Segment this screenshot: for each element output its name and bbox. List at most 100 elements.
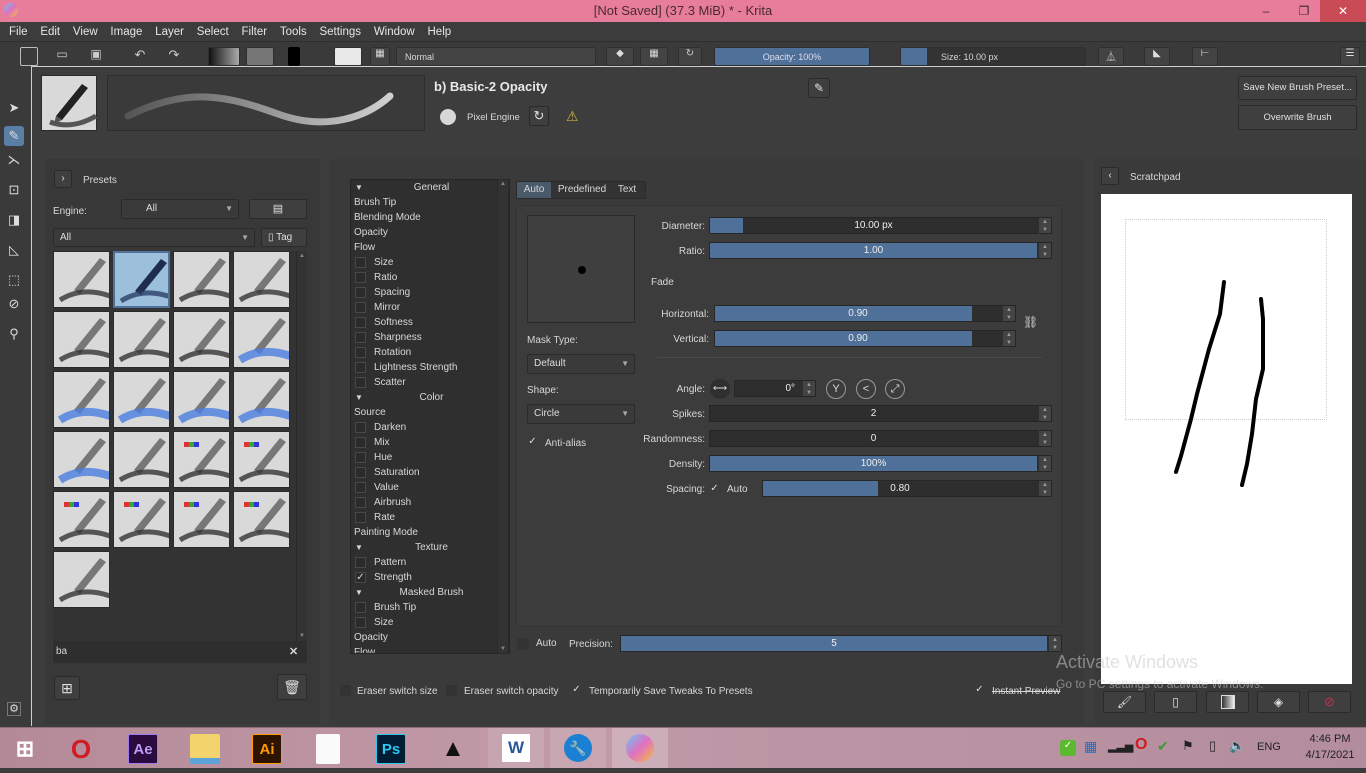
preset-thumbnail[interactable]: [113, 251, 170, 308]
clock-date[interactable]: 4/17/2021: [1300, 749, 1360, 761]
options-list-item[interactable]: Size: [351, 615, 509, 630]
options-list-item[interactable]: Value: [351, 480, 509, 495]
windows-start-icon[interactable]: ⊞: [10, 734, 40, 764]
options-list-item[interactable]: Airbrush: [351, 495, 509, 510]
options-list-item[interactable]: Mix: [351, 435, 509, 450]
vector-line-tool-icon[interactable]: ⋋: [4, 150, 24, 170]
preset-thumbnail[interactable]: [53, 551, 110, 608]
options-list-item[interactable]: Mirror: [351, 300, 509, 315]
exchange-tray-icon[interactable]: ▦: [1084, 738, 1097, 755]
option-checkbox[interactable]: [355, 377, 366, 388]
menu-settings[interactable]: Settings: [314, 22, 366, 42]
option-checkbox[interactable]: [355, 452, 366, 463]
menu-file[interactable]: File: [4, 22, 33, 42]
preset-search-field[interactable]: ba ✕: [53, 641, 307, 663]
randomness-spin-icon[interactable]: ▲ ▼: [1039, 431, 1051, 446]
toolbar-menu-icon[interactable]: ☰: [1340, 47, 1360, 66]
signal-tray-icon[interactable]: ▂▃▅: [1108, 740, 1133, 753]
illustrator-icon[interactable]: Ai: [252, 734, 282, 764]
options-list-item[interactable]: Sharpness: [351, 330, 509, 345]
photoshop-icon[interactable]: Ps: [376, 734, 406, 764]
mirror-horizontal-icon[interactable]: ⏅: [1098, 47, 1124, 66]
precision-auto-checkbox[interactable]: [517, 638, 529, 650]
diameter-slider[interactable]: 10.00 px ▲ ▼: [709, 217, 1052, 234]
angle-dial[interactable]: ⟷: [710, 379, 730, 399]
precision-spin-icon[interactable]: ▲ ▼: [1049, 636, 1061, 651]
option-checkbox[interactable]: [355, 272, 366, 283]
scratchpad-canvas[interactable]: [1101, 194, 1352, 684]
menu-filter[interactable]: Filter: [236, 22, 272, 42]
options-section-header[interactable]: ▼ Texture: [351, 540, 509, 555]
opacity-slider[interactable]: Opacity: 100%: [714, 47, 870, 66]
reset-scratchpad-button[interactable]: ⊘: [1308, 691, 1351, 713]
preset-thumbnail[interactable]: [173, 311, 230, 368]
angle-snap-3-icon[interactable]: ⤢: [885, 379, 905, 399]
option-checkbox[interactable]: ✓: [355, 572, 366, 583]
eraser-opacity-checkbox[interactable]: [446, 685, 457, 696]
options-list-item[interactable]: Opacity: [351, 225, 509, 240]
instant-preview-checkbox[interactable]: ✓: [974, 685, 985, 696]
mirror-vertical-icon[interactable]: ◣: [1144, 47, 1170, 66]
save-new-preset-button[interactable]: Save New Brush Preset...: [1238, 76, 1357, 100]
inkscape-icon[interactable]: ▲: [438, 734, 468, 764]
preset-thumbnail[interactable]: [173, 431, 230, 488]
preset-thumbnail[interactable]: [233, 371, 290, 428]
close-button[interactable]: ✕: [1320, 0, 1366, 22]
sync-tray-icon[interactable]: ✔: [1157, 738, 1169, 755]
expand-triangle-icon[interactable]: ▼: [355, 390, 363, 405]
randomness-slider[interactable]: 0 ▲ ▼: [709, 430, 1052, 447]
change-engine-button[interactable]: ↻: [529, 106, 549, 126]
options-section-header[interactable]: ▼ Masked Brush: [351, 585, 509, 600]
eraser-mode-icon[interactable]: ◆: [606, 47, 634, 66]
menu-tools[interactable]: Tools: [275, 22, 312, 42]
option-checkbox[interactable]: [355, 332, 366, 343]
file-explorer-icon[interactable]: [190, 734, 220, 764]
tab-text[interactable]: Text: [611, 182, 643, 198]
options-list-item[interactable]: Ratio: [351, 270, 509, 285]
tag-filter-combo[interactable]: All ▼: [53, 228, 255, 247]
options-list-item[interactable]: Flow: [351, 240, 509, 255]
save-document-icon[interactable]: ▣: [86, 47, 106, 66]
preset-thumbnail[interactable]: [233, 491, 290, 548]
scroll-up-icon[interactable]: ▲: [299, 253, 305, 259]
security-tray-icon[interactable]: ✓: [1060, 740, 1076, 756]
options-list-item[interactable]: Brush Tip: [351, 600, 509, 615]
expand-triangle-icon[interactable]: ▼: [355, 180, 363, 195]
horizontal-fade-slider[interactable]: 0.90 ▲ ▼: [714, 305, 1016, 322]
spacing-auto-checkbox[interactable]: ✓: [709, 484, 720, 495]
volume-tray-icon[interactable]: 🔈: [1229, 738, 1245, 754]
option-checkbox[interactable]: [355, 317, 366, 328]
tab-auto[interactable]: Auto: [517, 182, 551, 198]
menu-help[interactable]: Help: [423, 22, 457, 42]
engine-filter-combo[interactable]: All ▼: [121, 199, 239, 219]
menu-select[interactable]: Select: [192, 22, 234, 42]
paint-current-brush-button[interactable]: 🖌: [1103, 691, 1146, 713]
option-checkbox[interactable]: [355, 422, 366, 433]
collapse-presets-button[interactable]: ›: [54, 170, 72, 188]
foreground-color-swatch[interactable]: [288, 47, 300, 66]
option-checkbox[interactable]: [355, 482, 366, 493]
mask-type-combo[interactable]: Default ▼: [527, 354, 635, 374]
battery-tray-icon[interactable]: ▯: [1209, 738, 1216, 754]
preset-thumbnail[interactable]: [173, 251, 230, 308]
preset-thumbnail[interactable]: [53, 431, 110, 488]
antialias-checkbox[interactable]: ✓: [527, 437, 538, 448]
word-taskbar-button[interactable]: W: [488, 728, 544, 768]
gradient-tool-icon[interactable]: ◨: [4, 210, 24, 230]
overwrite-brush-button[interactable]: Overwrite Brush: [1238, 105, 1357, 130]
horizontal-spin-icon[interactable]: ▲ ▼: [1003, 306, 1015, 321]
undo-icon[interactable]: ↶: [130, 47, 150, 66]
options-list-item[interactable]: Brush Tip: [351, 195, 509, 210]
option-checkbox[interactable]: [355, 497, 366, 508]
menu-window[interactable]: Window: [369, 22, 420, 42]
option-checkbox[interactable]: [355, 617, 366, 628]
scroll-down-icon[interactable]: ▼: [500, 646, 506, 652]
angle-spinbox[interactable]: 0° ▲ ▼: [734, 380, 816, 397]
blend-mode-combo[interactable]: Normal: [396, 47, 596, 66]
precision-slider[interactable]: 5 ▲ ▼: [620, 635, 1062, 652]
menu-image[interactable]: Image: [105, 22, 147, 42]
spikes-spin-icon[interactable]: ▲ ▼: [1039, 406, 1051, 421]
ratio-slider[interactable]: 1.00 ▲ ▼: [709, 242, 1052, 259]
density-spin-icon[interactable]: ▲ ▼: [1039, 456, 1051, 471]
option-checkbox[interactable]: [355, 347, 366, 358]
